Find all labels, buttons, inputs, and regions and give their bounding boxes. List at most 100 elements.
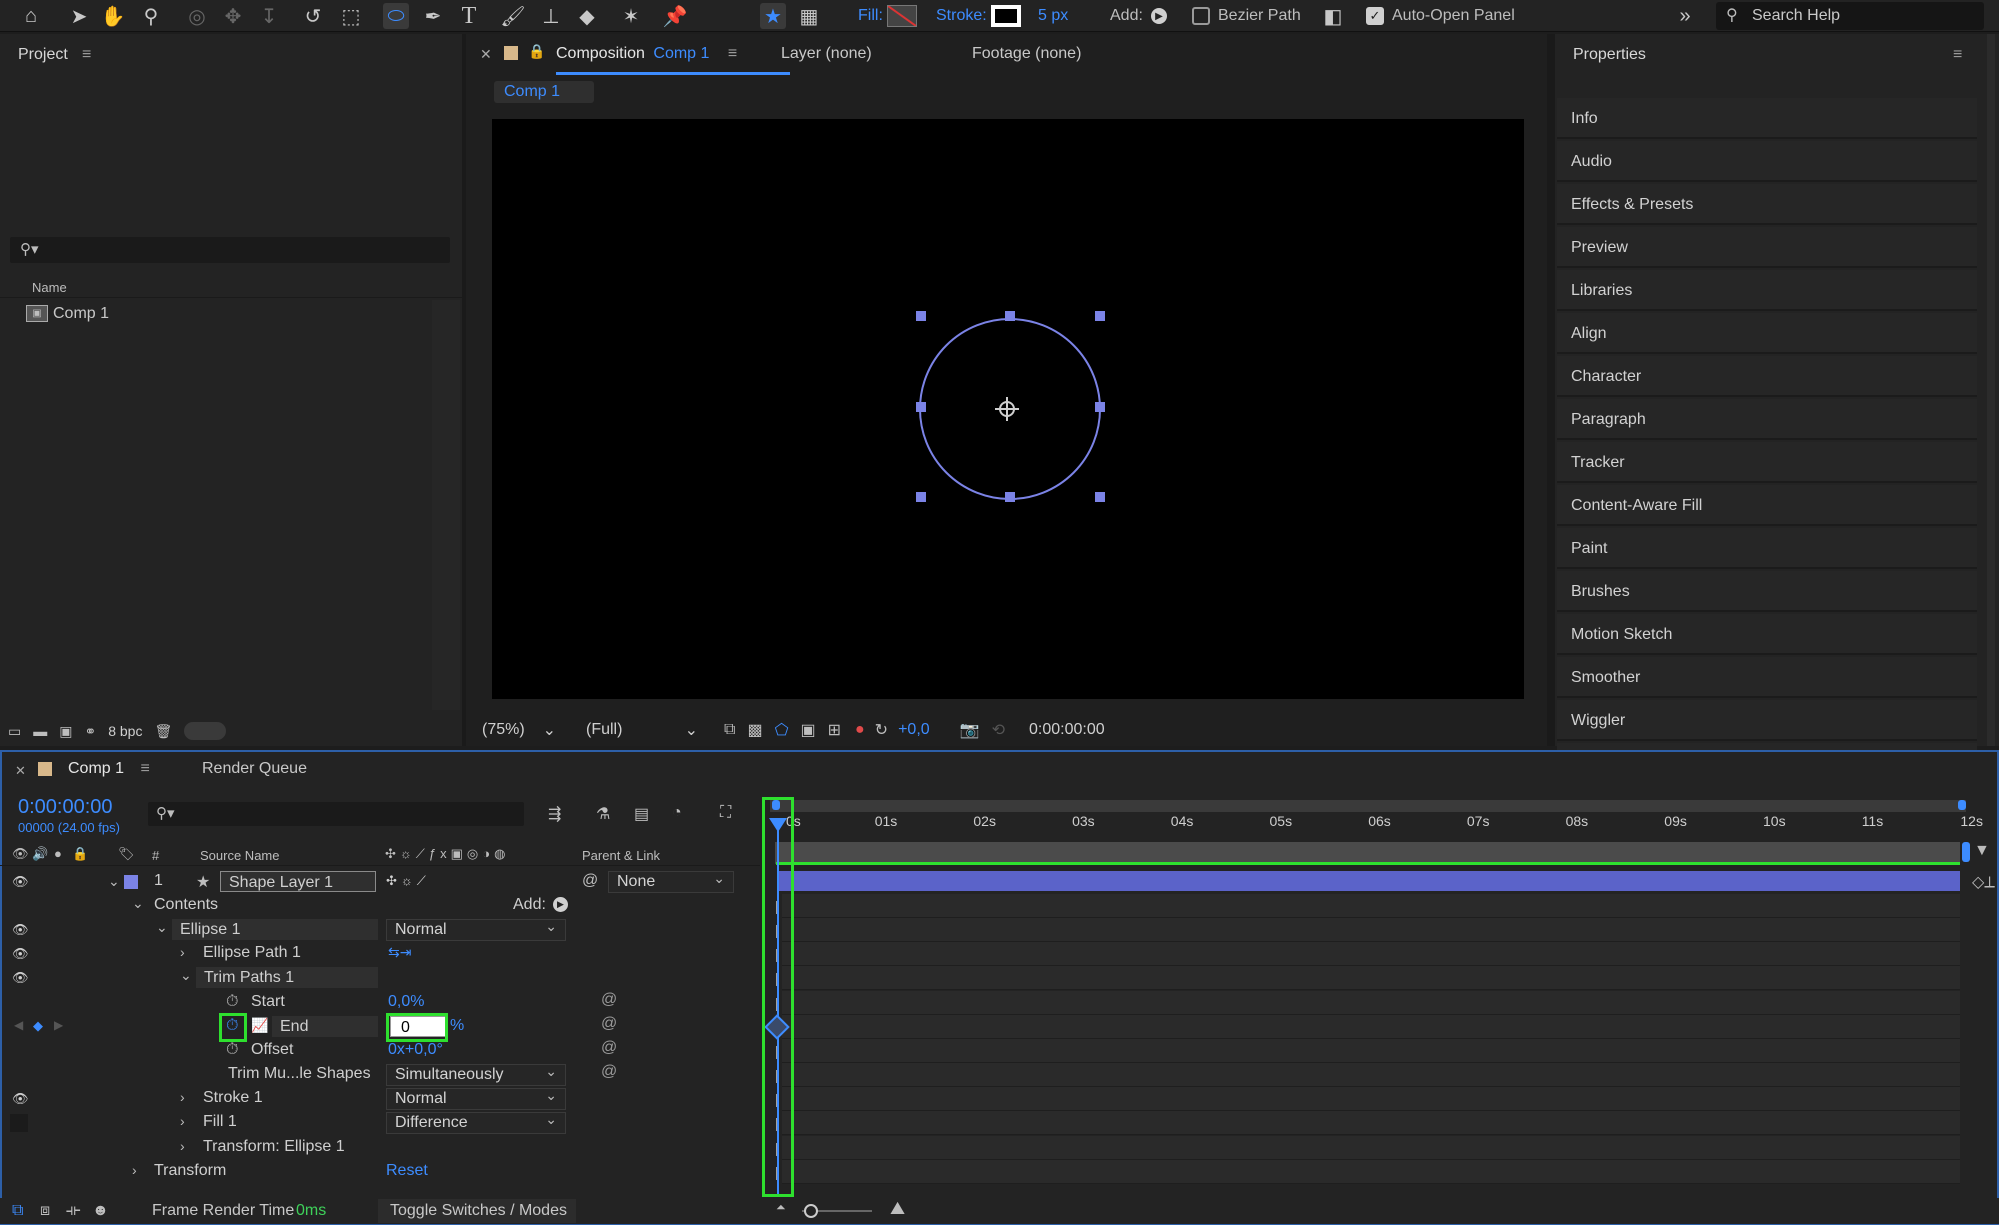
properties-item[interactable]: Info xyxy=(1557,98,1977,139)
add-arrow-icon[interactable]: ▶ xyxy=(553,897,568,912)
offset-value[interactable]: 0x+0,0° xyxy=(388,1041,443,1059)
end-label[interactable]: End xyxy=(272,1016,378,1037)
close-tab-icon[interactable]: ✕ xyxy=(480,46,492,63)
properties-item[interactable]: Tracker xyxy=(1557,442,1977,483)
add-arrow-icon[interactable]: ▶ xyxy=(1150,8,1167,24)
bounding-handle[interactable] xyxy=(1005,492,1015,502)
transparency-grid-icon[interactable]: ▩ xyxy=(747,720,762,740)
magnification-dropdown[interactable]: (75%) ⌄ xyxy=(476,718,562,742)
project-scrollbar[interactable] xyxy=(432,300,460,710)
motion-blur-icon[interactable]: ◔ xyxy=(672,804,682,822)
work-area-bar[interactable] xyxy=(770,800,1966,812)
puppet-tool-icon[interactable]: 📌 xyxy=(662,2,688,30)
parent-dropdown[interactable]: None xyxy=(608,868,734,893)
chevron-right-icon[interactable]: › xyxy=(180,1089,185,1105)
tab-render-queue[interactable]: Render Queue xyxy=(202,760,307,778)
lock-icon[interactable]: 🔒 xyxy=(72,846,88,862)
bounding-handle[interactable] xyxy=(1095,402,1105,412)
panel-menu-icon[interactable]: ≡ xyxy=(1953,46,1962,64)
anchor-point-icon[interactable] xyxy=(995,397,1019,421)
draft-3d-icon[interactable]: ⚗ xyxy=(596,804,610,824)
comp-end-marker-icon[interactable]: ▼ xyxy=(1974,842,1990,860)
stopwatch-icon[interactable]: ⏱ xyxy=(226,1041,238,1059)
pan-behind-tool-icon[interactable]: ⬚ xyxy=(338,2,364,30)
eye-icon[interactable]: 👁 xyxy=(12,970,29,986)
column-parent-link[interactable]: Parent & Link xyxy=(582,848,660,863)
orbit-tool-icon[interactable]: ◎ xyxy=(184,2,210,30)
keyframe-diamond-icon[interactable]: ◆ xyxy=(33,1018,43,1034)
checkbox-icon[interactable] xyxy=(1192,7,1210,25)
checkmark-icon[interactable]: ✓ xyxy=(1366,7,1384,25)
ellipse-tool-icon[interactable]: ⬭ xyxy=(383,2,409,30)
resolution-dropdown[interactable]: (Full) ⌄ xyxy=(580,718,704,742)
layer-color-label[interactable] xyxy=(124,875,138,889)
properties-item[interactable]: Paragraph xyxy=(1557,399,1977,440)
previous-keyframe-icon[interactable]: ◀ xyxy=(14,1018,23,1032)
work-area-end-handle[interactable] xyxy=(1958,800,1966,810)
column-name[interactable]: Name xyxy=(32,280,67,295)
fill-control[interactable]: Fill: xyxy=(858,2,917,30)
stroke-width-value[interactable]: 5 px xyxy=(1038,7,1068,25)
tab-footage[interactable]: Footage (none) xyxy=(972,45,1081,63)
stopwatch-icon[interactable]: ⏱ xyxy=(226,993,238,1011)
ellipse-1-label[interactable]: Ellipse 1 xyxy=(172,919,378,940)
new-composition-icon[interactable]: ▣ xyxy=(59,723,72,740)
expression-pickwhip-icon[interactable]: @ xyxy=(601,1039,617,1057)
expression-pickwhip-icon[interactable]: @ xyxy=(601,1015,617,1033)
properties-scrollbar[interactable] xyxy=(1987,34,1995,746)
close-tab-icon[interactable]: ✕ xyxy=(15,763,26,779)
eye-icon[interactable]: 👁 xyxy=(12,846,29,862)
fast-previews-icon[interactable]: ⧉ xyxy=(724,721,735,739)
keyframe-navigation-icon[interactable]: ◇⟂ xyxy=(1972,872,1995,892)
stroke-blend-dropdown[interactable]: Normal xyxy=(386,1085,566,1110)
brush-tool-icon[interactable]: 🖌 xyxy=(500,2,526,30)
grid-guides-icon[interactable]: ⊞ xyxy=(828,720,841,740)
trash-icon[interactable]: 🗑 xyxy=(154,723,172,740)
end-handle[interactable] xyxy=(1962,842,1970,862)
region-of-interest-icon[interactable]: ▣ xyxy=(800,720,815,740)
blend-mode-dropdown[interactable]: Normal xyxy=(386,916,566,941)
expression-pickwhip-icon[interactable]: @ xyxy=(601,1063,617,1081)
properties-item[interactable]: Preview xyxy=(1557,227,1977,268)
toggle-switches-modes-button[interactable]: Toggle Switches / Modes xyxy=(378,1199,576,1223)
type-tool-icon[interactable]: T xyxy=(456,2,482,30)
timeline-search-input[interactable]: ⚲▾ xyxy=(148,802,524,826)
interpret-footage-icon[interactable]: ▭ xyxy=(8,723,21,740)
tab-comp-timeline[interactable]: Comp 1 ≡ xyxy=(68,760,150,778)
clone-stamp-tool-icon[interactable]: ⊥ xyxy=(538,2,564,30)
transform-reset-link[interactable]: Reset xyxy=(386,1162,428,1180)
timeline-timecode[interactable]: 0:00:00:00 xyxy=(18,796,113,819)
transfer-controls-icon[interactable]: ⧈ xyxy=(40,1202,50,1220)
pen-tool-icon[interactable]: ✒ xyxy=(420,2,446,30)
stroke-swatch[interactable] xyxy=(990,5,1021,27)
properties-item[interactable]: Content-Aware Fill xyxy=(1557,485,1977,526)
fill-swatch[interactable] xyxy=(886,5,917,27)
pick-whip-icon[interactable]: @ xyxy=(582,872,598,890)
chevron-down-icon[interactable]: ⌄ xyxy=(108,873,120,890)
properties-item[interactable]: Effects & Presets xyxy=(1557,184,1977,225)
properties-item[interactable]: Libraries xyxy=(1557,270,1977,311)
properties-item[interactable]: Motion Sketch xyxy=(1557,614,1977,655)
bounding-handle[interactable] xyxy=(916,402,926,412)
composition-canvas[interactable] xyxy=(492,119,1524,699)
bounding-handle[interactable] xyxy=(1095,311,1105,321)
channel-icon[interactable]: ● xyxy=(855,721,865,739)
roto-brush-tool-icon[interactable]: ✶ xyxy=(618,2,644,30)
dolly-tool-icon[interactable]: ↧ xyxy=(256,2,282,30)
search-help[interactable]: ⚲ Search Help xyxy=(1716,2,1984,30)
frame-blending-icon[interactable]: ▤ xyxy=(634,804,649,824)
eye-icon[interactable]: 👁 xyxy=(12,922,29,938)
properties-item[interactable]: Character xyxy=(1557,356,1977,397)
more-workspaces-icon[interactable]: » xyxy=(1672,2,1698,30)
hand-tool-icon[interactable]: ✋ xyxy=(100,2,126,30)
fill-blend-dropdown[interactable]: Difference xyxy=(386,1109,566,1134)
new-folder-icon[interactable]: ▬ xyxy=(33,723,47,739)
render-time-icon[interactable]: ☻ xyxy=(92,1202,109,1220)
graph-editor-icon[interactable]: ⛶ xyxy=(720,804,731,822)
bounding-handle[interactable] xyxy=(916,311,926,321)
eye-icon[interactable]: 👁 xyxy=(12,946,29,962)
pan-tool-icon[interactable]: ✥ xyxy=(220,2,246,30)
show-snapshot-icon[interactable]: ⟲ xyxy=(992,720,1005,740)
label-icon[interactable]: 🏷 xyxy=(118,846,135,862)
eye-icon[interactable]: 👁 xyxy=(12,1091,29,1107)
